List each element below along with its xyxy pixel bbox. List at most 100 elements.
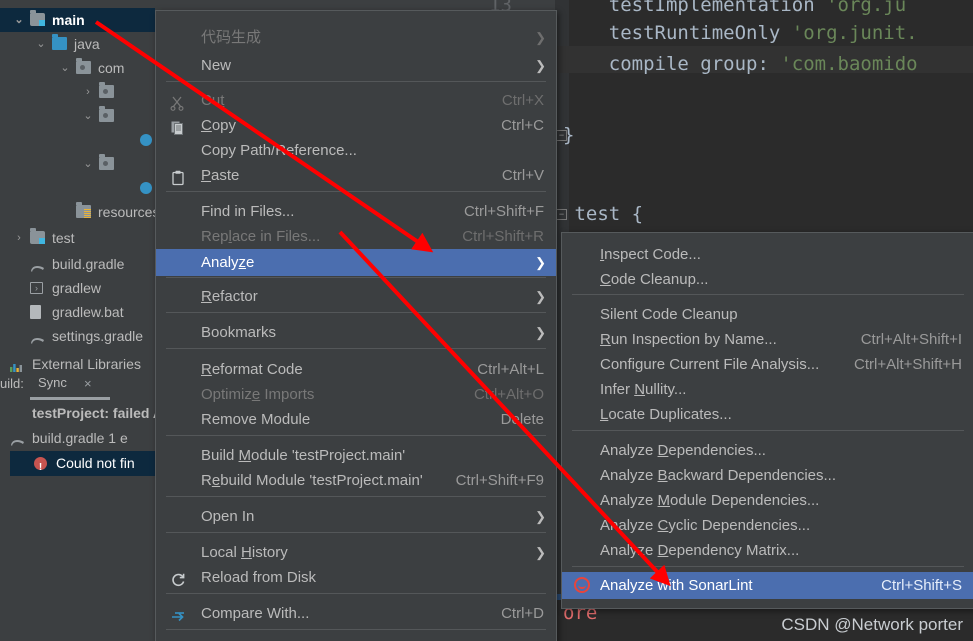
menu-item-new[interactable]: New ❯ — [156, 52, 556, 79]
menu-item-analyze[interactable]: Analyze ❯ — [156, 249, 556, 276]
menu-item-label: Local History — [201, 544, 288, 561]
menu-item-analyze-cyclic-dependencies[interactable]: Analyze Cyclic Dependencies... — [562, 512, 973, 539]
sonarlint-icon — [574, 577, 590, 593]
menu-item-analyze-backward-dependencies[interactable]: Analyze Backward Dependencies... — [562, 462, 973, 489]
build-tab-sync[interactable]: Sync — [38, 375, 67, 390]
menu-item-analyze-with-sonarlint[interactable]: Analyze with SonarLint Ctrl+Shift+S — [562, 572, 973, 599]
menu-item-bookmarks[interactable]: Bookmarks ❯ — [156, 319, 556, 346]
menu-item-label: Analyze Backward Dependencies... — [600, 467, 836, 484]
gradle-icon — [10, 432, 25, 447]
package-icon — [99, 106, 114, 122]
menu-item-label: Replace in Files... — [201, 228, 321, 245]
menu-item-cut[interactable]: Cut Ctrl+X — [156, 87, 556, 114]
menu-item-paste[interactable]: Paste Ctrl+V — [156, 162, 556, 189]
chevron-right-icon[interactable]: › — [81, 80, 95, 104]
menu-item-label: Inspect Code... — [600, 246, 701, 263]
menu-item-label: Reformat Code — [201, 361, 303, 378]
menu-item-label: Build Module 'testProject.main' — [201, 447, 406, 464]
analyze-submenu[interactable]: Inspect Code... Code Cleanup... Silent Cod… — [561, 232, 973, 609]
menu-item-open-module-settings[interactable]: Open Module Settings F4 — [156, 634, 556, 641]
close-icon[interactable]: × — [84, 376, 92, 391]
chevron-down-icon[interactable]: ⌄ — [58, 56, 72, 80]
menu-item-inspect-code[interactable]: Inspect Code... — [562, 241, 973, 268]
chevron-right-icon[interactable]: › — [12, 226, 26, 250]
chevron-right-icon: ❯ — [535, 325, 546, 340]
menu-item-shortcut: Ctrl+Alt+Shift+I — [860, 331, 962, 348]
menu-separator — [572, 430, 964, 431]
menu-item-analyze-dependencies[interactable]: Analyze Dependencies... — [562, 437, 973, 464]
menu-item-label: Open Module Settings — [201, 634, 349, 641]
menu-item-copy[interactable]: Copy Ctrl+C — [156, 112, 556, 139]
menu-item-open-in[interactable]: Open In ❯ — [156, 503, 556, 530]
menu-separator — [166, 277, 546, 278]
menu-item-shortcut: Ctrl+Shift+R — [462, 228, 544, 245]
tree-item-label: main — [52, 12, 85, 28]
code-line: testImplementation 'org.ju — [563, 0, 907, 16]
menu-item-shortcut: Ctrl+Alt+L — [477, 361, 544, 378]
chevron-right-icon: ❯ — [535, 509, 546, 524]
menu-item-label: Run Inspection by Name... — [600, 331, 777, 348]
menu-item-replace-in-files[interactable]: Replace in Files... Ctrl+Shift+R — [156, 223, 556, 250]
menu-item-locate-duplicates[interactable]: Locate Duplicates... — [562, 401, 973, 428]
context-menu[interactable]: 代码生成 ❯ New ❯ Cut Ctrl+X Copy Ctrl+C Copy Path/Re… — [155, 10, 557, 641]
file-icon — [30, 305, 41, 319]
fold-marker-icon[interactable]: − — [556, 209, 567, 220]
fold-marker-icon[interactable]: − — [556, 130, 567, 141]
menu-item-infer-nullity[interactable]: Infer Nullity... — [562, 376, 973, 403]
tree-item-main[interactable]: ⌄ main — [0, 8, 155, 32]
chevron-down-icon[interactable]: ⌄ — [34, 32, 48, 56]
menu-item-configure-current-file-analysis[interactable]: Configure Current File Analysis... Ctrl+A… — [562, 351, 973, 378]
folder-source-icon — [52, 34, 67, 50]
menu-item-label: Refactor — [201, 288, 258, 305]
menu-item-silent-code-cleanup[interactable]: Silent Code Cleanup — [562, 301, 973, 328]
menu-item-label: Reload from Disk — [201, 569, 317, 586]
tree-item-label: build.gradle — [52, 256, 125, 272]
chevron-down-icon[interactable]: ⌄ — [81, 152, 95, 176]
error-icon — [34, 455, 47, 480]
tree-item-label: test — [52, 230, 75, 246]
menu-item-optimize-imports[interactable]: Optimize Imports Ctrl+Alt+O — [156, 381, 556, 408]
menu-item-analyze-dependency-matrix[interactable]: Analyze Dependency Matrix... — [562, 537, 973, 564]
code-line: testRuntimeOnly 'org.junit. — [563, 22, 918, 44]
menu-item-run-inspection-by-name[interactable]: Run Inspection by Name... Ctrl+Alt+Shift+… — [562, 326, 973, 353]
menu-item-compare-with[interactable]: Compare With... Ctrl+D — [156, 600, 556, 627]
build-title: uild: — [0, 376, 24, 391]
tree-item-label: com — [98, 60, 125, 76]
menu-item-shortcut: F4 — [526, 634, 544, 641]
chevron-down-icon[interactable]: ⌄ — [12, 8, 26, 32]
menu-item-shortcut: Ctrl+Shift+S — [881, 577, 962, 594]
menu-item-label: Infer Nullity... — [600, 381, 687, 398]
menu-item-analyze-module-dependencies[interactable]: Analyze Module Dependencies... — [562, 487, 973, 514]
libraries-icon — [10, 358, 24, 375]
chevron-right-icon: ❯ — [535, 255, 546, 270]
menu-item-local-history[interactable]: Local History ❯ — [156, 539, 556, 566]
menu-item-reformat-code[interactable]: Reformat Code Ctrl+Alt+L — [156, 356, 556, 383]
menu-item-refactor[interactable]: Refactor ❯ — [156, 283, 556, 310]
menu-item-label: Paste — [201, 167, 240, 184]
menu-item-shortcut: Ctrl+Shift+F9 — [455, 472, 544, 489]
code-line: compile group: 'com.baomido — [563, 53, 918, 75]
tree-item-label: gradlew.bat — [52, 304, 124, 320]
menu-item-reload-from-disk[interactable]: Reload from Disk — [156, 564, 556, 591]
menu-item-shortcut: Ctrl+Alt+O — [473, 386, 544, 403]
tree-item-label: gradlew — [52, 280, 102, 296]
gradle-icon — [30, 258, 45, 273]
menu-item-copy-path-reference[interactable]: Copy Path/Reference... — [156, 137, 556, 164]
refresh-icon — [170, 570, 186, 587]
menu-separator — [166, 629, 546, 630]
menu-item-label: Analyze Dependencies... — [600, 442, 766, 459]
menu-item-remove-module[interactable]: Remove Module Delete — [156, 406, 556, 433]
menu-item-label: Rebuild Module 'testProject.main' — [201, 472, 423, 489]
menu-item-shortcut: Ctrl+D — [501, 605, 544, 622]
menu-item-label: Analyze Dependency Matrix... — [600, 542, 800, 559]
build-tree-label: Could not fin — [56, 455, 135, 471]
menu-item-[interactable]: 代码生成 ❯ — [156, 24, 556, 51]
chevron-down-icon[interactable]: ⌄ — [81, 104, 95, 128]
menu-item-label: Analyze Module Dependencies... — [600, 492, 820, 509]
menu-item-rebuild-module-testproject-main[interactable]: Rebuild Module 'testProject.main' Ctrl+Sh… — [156, 467, 556, 494]
menu-item-code-cleanup[interactable]: Code Cleanup... — [562, 266, 973, 293]
watermark: CSDN @Network porter — [781, 615, 963, 634]
menu-item-find-in-files[interactable]: Find in Files... Ctrl+Shift+F — [156, 198, 556, 225]
tree-item-label: java — [74, 36, 100, 52]
menu-item-build-module-testproject-main[interactable]: Build Module 'testProject.main' — [156, 442, 556, 469]
